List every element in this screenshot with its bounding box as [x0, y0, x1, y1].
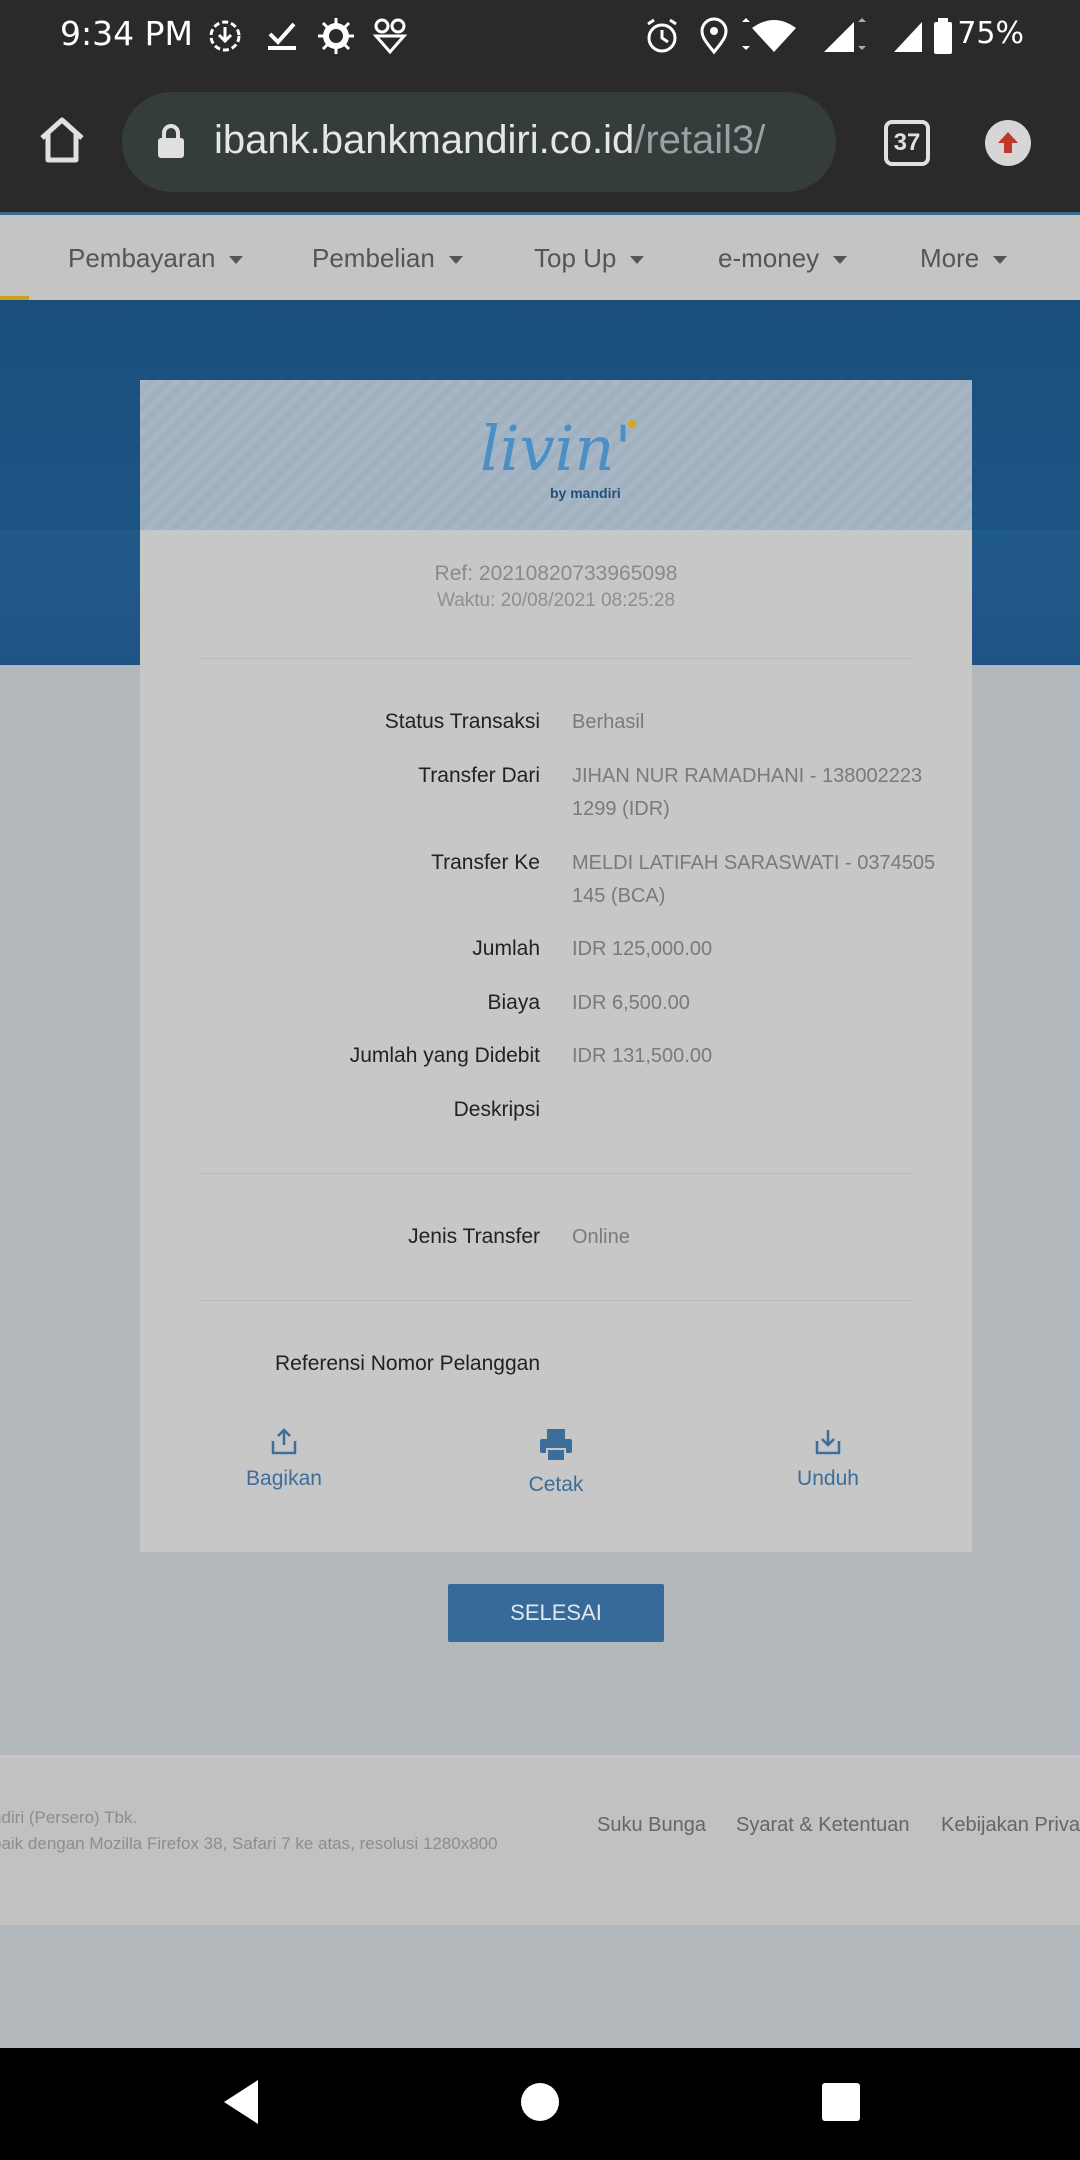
tab-switcher-button[interactable]: 37 — [884, 120, 930, 166]
url-host: ibank.bankmandiri.co.id — [214, 118, 635, 162]
svg-text:by mandiri: by mandiri — [550, 485, 621, 501]
livin-logo: livin' by mandiri — [480, 412, 636, 501]
nav-label: e-money — [718, 243, 820, 273]
nav-label: Pembayaran — [68, 243, 216, 273]
update-button[interactable] — [985, 120, 1031, 166]
status-label: Status Transaksi — [384, 710, 540, 733]
footer-link-kebijakan[interactable]: Kebijakan Privas — [941, 1814, 1080, 1837]
nav-item-more[interactable]: More — [920, 243, 1008, 274]
chevron-down-icon — [448, 256, 463, 265]
footer: ndiri (Persero) Tbk. baik dengan Mozilla… — [0, 1755, 1080, 1925]
nav-label: More — [920, 243, 980, 273]
heart-app-icon — [372, 18, 408, 55]
check-icon — [268, 22, 296, 50]
customer-reference-label: Referensi Nomor Pelanggan — [275, 1352, 540, 1375]
footer-link-syarat[interactable]: Syarat & Ketentuan — [736, 1814, 909, 1837]
receipt-card: livin' by mandiri Ref: 20210820733965098… — [140, 380, 972, 1552]
back-icon[interactable] — [218, 2076, 262, 2128]
clock: 9:34 PM — [60, 14, 193, 53]
share-label: Bagikan — [246, 1467, 322, 1490]
system-nav-bar — [0, 2048, 1080, 2160]
page-bottom-space — [0, 1928, 1080, 2048]
amount-value: IDR 125,000.00 — [572, 938, 713, 960]
share-button[interactable]: Bagikan — [204, 1427, 364, 1491]
chevron-down-icon — [833, 256, 848, 265]
finish-button[interactable]: SELESAI — [448, 1584, 664, 1642]
footer-link-suku-bunga[interactable]: Suku Bunga — [597, 1814, 706, 1837]
print-label: Cetak — [528, 1473, 584, 1496]
nav-item-pembelian[interactable]: Pembelian — [312, 243, 463, 274]
home-icon[interactable] — [36, 114, 88, 166]
location-icon — [700, 17, 728, 55]
svg-text:livin': livin' — [480, 412, 632, 485]
nav-label: Pembelian — [312, 243, 435, 273]
divider — [198, 658, 914, 659]
battery-icon — [934, 18, 952, 54]
download-button[interactable]: Unduh — [748, 1427, 908, 1491]
divider — [198, 1173, 914, 1174]
signal-no-data-icon — [894, 22, 922, 52]
fee-value: IDR 6,500.00 — [572, 992, 690, 1014]
browser-toolbar: ibank.bankmandiri.co.id/retail3/ 37 — [0, 72, 1080, 212]
amount-label: Jumlah — [472, 937, 540, 960]
alarm-icon — [647, 18, 677, 53]
download-icon — [815, 1430, 841, 1455]
url-text: ibank.bankmandiri.co.id/retail3/ — [214, 118, 765, 163]
receipt-header: livin' by mandiri — [140, 380, 972, 530]
browser-note: baik dengan Mozilla Firefox 38, Safari 7… — [0, 1834, 498, 1853]
transfer-from-value: JIHAN NUR RAMADHANI - 138002223 1299 (ID… — [572, 765, 923, 820]
brightness-icon — [318, 18, 354, 54]
transfer-type-label: Jenis Transfer — [408, 1225, 540, 1248]
debited-amount-value: IDR 131,500.00 — [572, 1045, 713, 1067]
battery-percent: 75% — [957, 16, 1024, 51]
download-icon — [209, 20, 241, 52]
lock-icon — [158, 124, 184, 158]
download-label: Unduh — [797, 1467, 859, 1490]
share-icon — [271, 1428, 297, 1455]
transfer-to-value: MELDI LATIFAH SARASWATI - 0374505 145 (B… — [572, 852, 936, 907]
url-path: /retail3/ — [634, 118, 766, 162]
nav-label: Top Up — [534, 243, 617, 273]
transfer-to-label: Transfer Ke — [431, 851, 540, 874]
update-icon — [998, 132, 1018, 153]
chevron-down-icon — [229, 256, 244, 265]
chevron-down-icon — [993, 256, 1008, 265]
transfer-type-value: Online — [572, 1226, 630, 1248]
recents-button[interactable] — [822, 2083, 860, 2121]
print-icon — [540, 1429, 572, 1462]
wifi-icon — [742, 18, 796, 52]
print-button[interactable]: Cetak — [476, 1427, 636, 1497]
nav-item-pembayaran[interactable]: Pembayaran — [68, 243, 244, 274]
transfer-from-label: Transfer Dari — [418, 764, 540, 787]
nav-item-top-up[interactable]: Top Up — [534, 243, 645, 274]
divider — [198, 1300, 914, 1301]
nav-item-e-money[interactable]: e-money — [718, 243, 848, 274]
chevron-down-icon — [630, 256, 645, 265]
address-bar[interactable]: ibank.bankmandiri.co.id/retail3/ — [122, 92, 836, 192]
fee-label: Biaya — [487, 991, 540, 1014]
reference-number: Ref: 20210820733965098 — [434, 562, 678, 585]
status-value: Berhasil — [572, 711, 645, 733]
copyright-text: ndiri (Persero) Tbk. — [0, 1808, 138, 1827]
main-nav: Pembayaran Pembelian Top Up e-money More — [0, 212, 1080, 302]
transaction-time: Waktu: 20/08/2021 08:25:28 — [436, 590, 676, 611]
description-label: Deskripsi — [453, 1098, 540, 1121]
signal-icon — [824, 18, 866, 52]
status-bar: 9:34 PM 75% — [0, 0, 1080, 72]
debited-amount-label: Jumlah yang Didebit — [349, 1044, 540, 1067]
home-button[interactable] — [521, 2083, 559, 2121]
